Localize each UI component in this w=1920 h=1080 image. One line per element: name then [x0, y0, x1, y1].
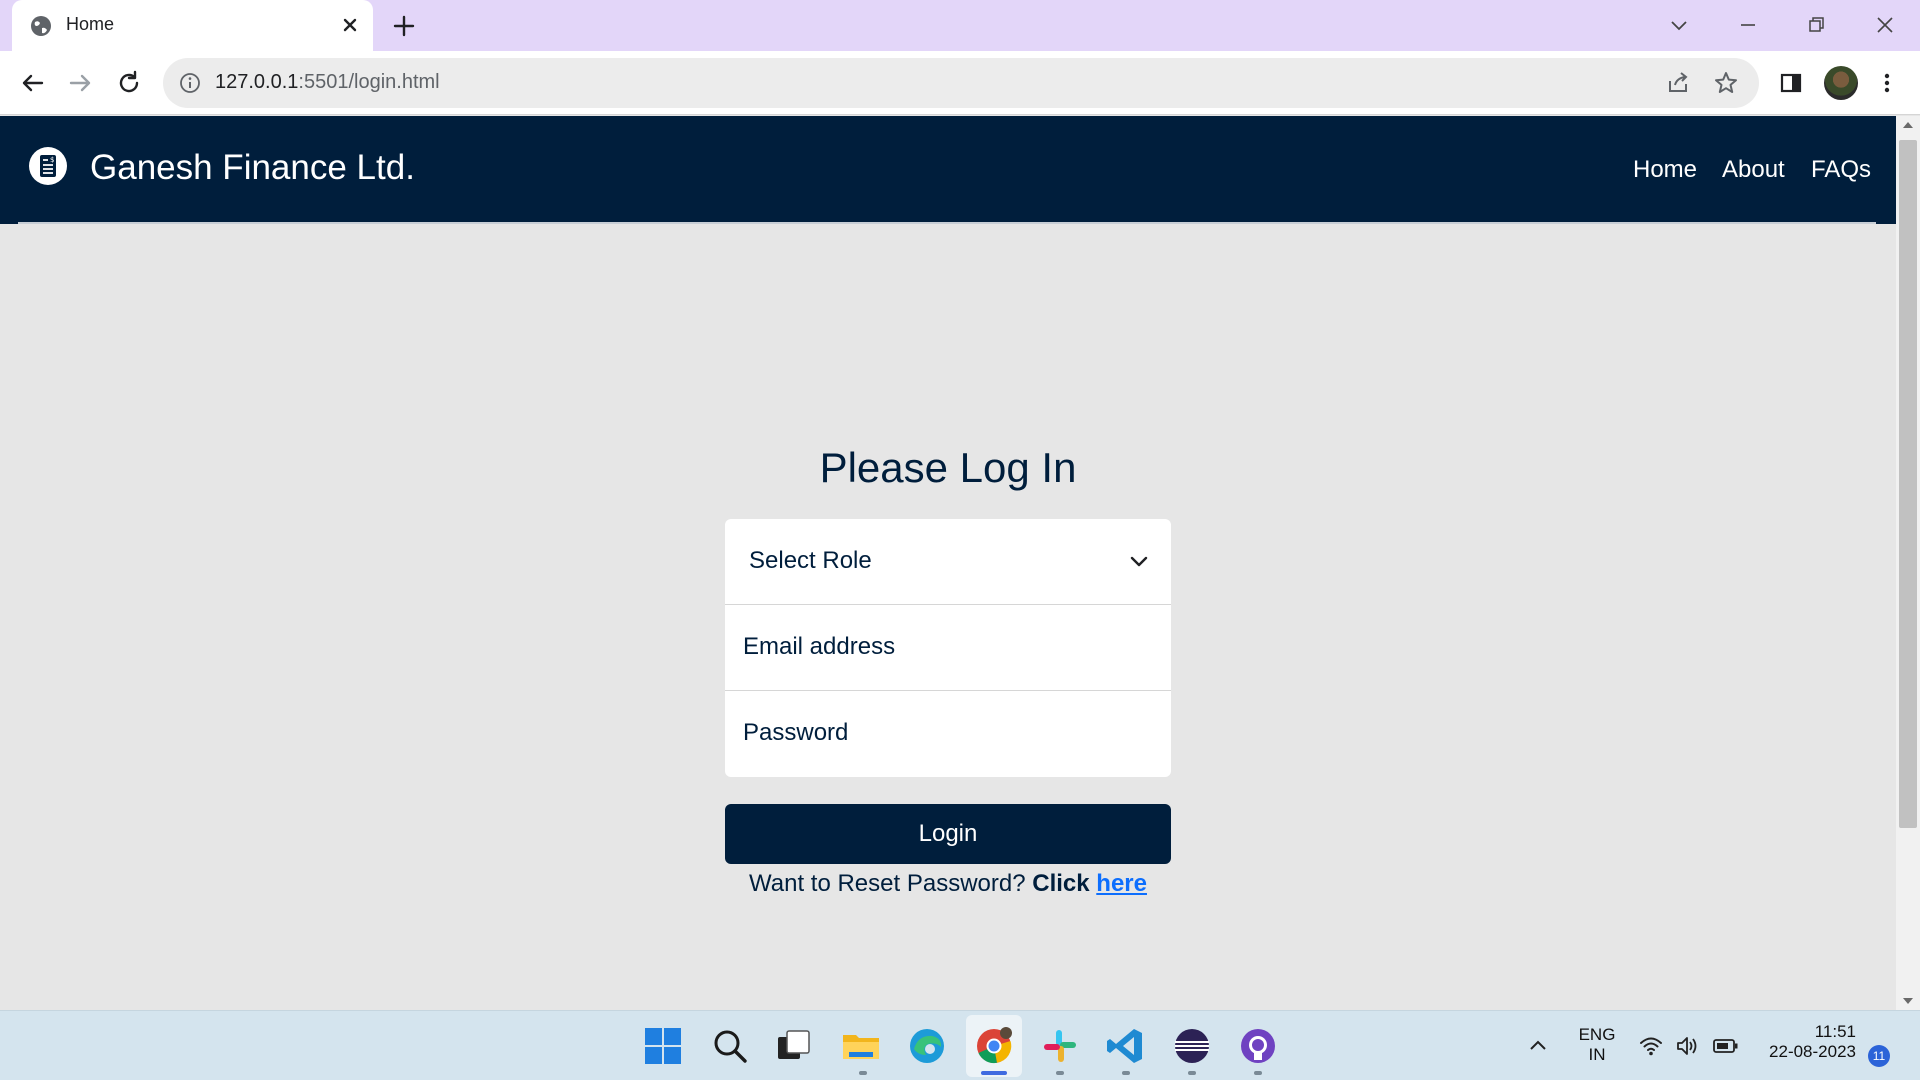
app-running-indicator [859, 1071, 867, 1075]
url-text[interactable]: 127.0.0.1:5501/login.html [215, 71, 440, 94]
url-host: 127.0.0.1 [215, 71, 299, 93]
login-button[interactable]: Login [725, 804, 1171, 864]
globe-icon [31, 16, 51, 36]
nav-link-faqs[interactable]: FAQs [1811, 156, 1871, 184]
close-tab-icon[interactable] [337, 12, 363, 38]
app-running-indicator [1188, 1071, 1196, 1075]
forward-icon[interactable] [65, 67, 97, 99]
share-icon[interactable] [1665, 70, 1691, 96]
bookmark-star-icon[interactable] [1713, 70, 1739, 96]
battery-icon[interactable] [1712, 1033, 1740, 1059]
minimize-icon[interactable] [1733, 10, 1763, 40]
edge-icon[interactable] [906, 1025, 948, 1067]
language-indicator[interactable]: ENG IN [1574, 1025, 1620, 1065]
app-running-indicator [1122, 1071, 1130, 1075]
role-select[interactable]: Select Role [725, 519, 1171, 605]
page-viewport: $ Ganesh Finance Ltd. Home About FAQs Pl… [0, 116, 1896, 1010]
app-running-indicator [1056, 1071, 1064, 1075]
login-title: Please Log In [819, 444, 1077, 491]
clock-time: 11:51 [1814, 1022, 1856, 1041]
close-window-icon[interactable] [1870, 10, 1900, 40]
restore-icon[interactable] [1801, 10, 1831, 40]
nav-link-home[interactable]: Home [1633, 156, 1697, 184]
reset-click-text: Click [1032, 870, 1090, 897]
login-form: Select Role Email address Password [725, 519, 1171, 777]
reset-text: Want to Reset Password? [749, 870, 1026, 897]
browser-toolbar: 127.0.0.1:5501/login.html [0, 51, 1920, 115]
language-code: ENG [1578, 1025, 1616, 1044]
role-select-value: Select Role [749, 547, 872, 574]
app-active-indicator [981, 1071, 1007, 1075]
reset-password-line: Want to Reset Password? Click here [0, 870, 1896, 898]
site-info-icon[interactable] [179, 72, 201, 94]
tab-search-icon[interactable] [1664, 10, 1694, 40]
windows-taskbar: ENG IN 11:51 22-08-2023 11 [0, 1010, 1920, 1080]
github-desktop-icon[interactable] [1237, 1025, 1279, 1067]
brand-name[interactable]: Ganesh Finance Ltd. [90, 148, 415, 188]
new-tab-icon[interactable] [390, 12, 418, 40]
reload-icon[interactable] [113, 67, 145, 99]
clock[interactable]: 11:51 22-08-2023 [1756, 1022, 1856, 1062]
chevron-down-icon [1130, 556, 1148, 567]
clock-date: 22-08-2023 [1769, 1042, 1856, 1061]
wifi-icon[interactable] [1638, 1033, 1664, 1059]
nav-link-about[interactable]: About [1722, 156, 1785, 184]
volume-icon[interactable] [1674, 1033, 1700, 1059]
address-bar[interactable]: 127.0.0.1:5501/login.html [163, 58, 1759, 108]
start-icon[interactable] [642, 1025, 684, 1067]
email-field[interactable]: Email address [725, 605, 1171, 691]
slack-icon[interactable] [1039, 1025, 1081, 1067]
search-icon[interactable] [709, 1025, 751, 1067]
tab-title: Home [66, 14, 115, 34]
reset-password-link[interactable]: here [1096, 870, 1147, 897]
browser-tab-strip: Home [0, 0, 1920, 51]
back-icon[interactable] [16, 67, 48, 99]
site-navbar: $ Ganesh Finance Ltd. Home About FAQs [0, 116, 1896, 224]
scrollbar-thumb[interactable] [1899, 140, 1917, 828]
receipt-logo-icon: $ [29, 147, 67, 185]
email-placeholder: Email address [743, 633, 896, 660]
password-placeholder: Password [743, 719, 849, 746]
svg-text:$: $ [50, 156, 54, 164]
vscode-icon[interactable] [1104, 1025, 1146, 1067]
notification-badge[interactable]: 11 [1868, 1045, 1890, 1067]
menu-kebab-icon[interactable] [1871, 67, 1903, 99]
file-explorer-icon[interactable] [840, 1025, 882, 1067]
scroll-down-icon[interactable] [1902, 996, 1914, 1006]
password-field[interactable]: Password [725, 691, 1171, 777]
url-path: :5501/login.html [298, 71, 440, 93]
side-panel-icon[interactable] [1775, 67, 1807, 99]
eclipse-icon[interactable] [1171, 1025, 1213, 1067]
task-view-icon[interactable] [773, 1025, 815, 1067]
scroll-up-icon[interactable] [1902, 120, 1914, 130]
chevron-up-icon[interactable] [1527, 1035, 1549, 1057]
region-code: IN [1588, 1045, 1606, 1064]
browser-tab[interactable]: Home [12, 0, 373, 51]
navbar-divider [18, 222, 1876, 224]
chrome-icon[interactable] [973, 1025, 1015, 1067]
profile-avatar[interactable] [1824, 66, 1858, 100]
app-running-indicator [1254, 1071, 1262, 1075]
